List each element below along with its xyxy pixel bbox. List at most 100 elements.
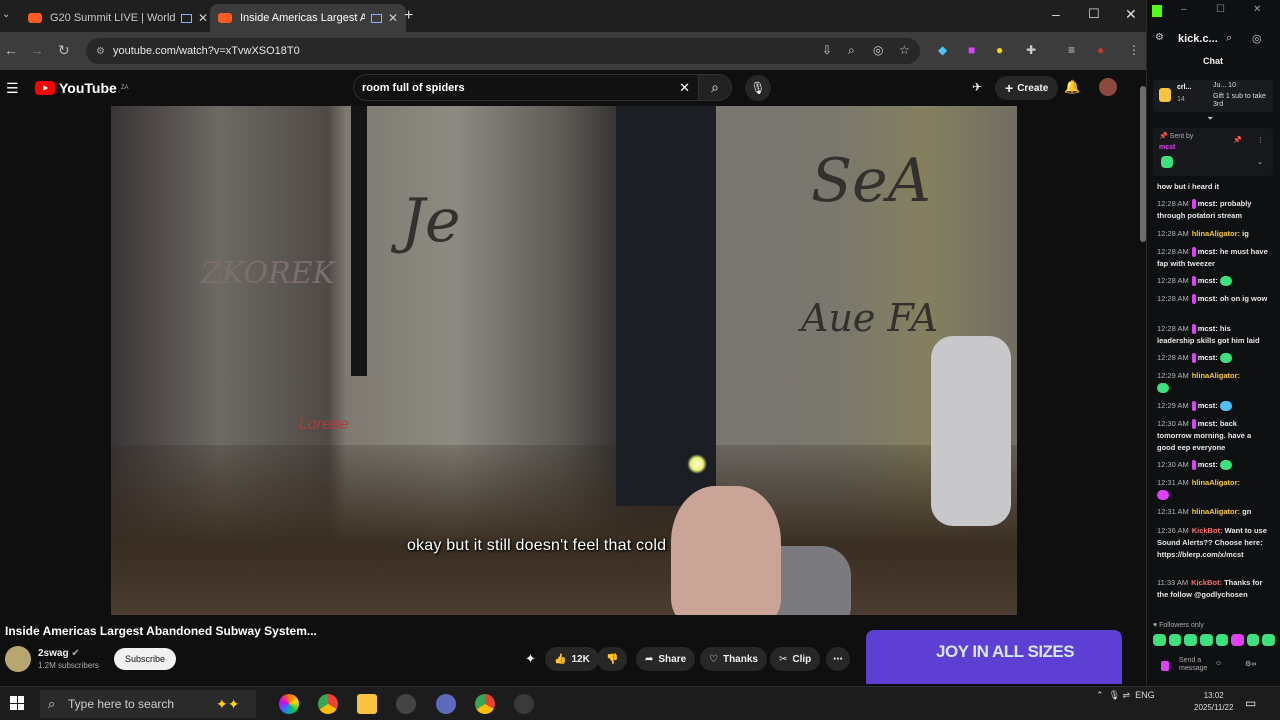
pin-icon[interactable]: 📌 — [1233, 136, 1242, 144]
microphone-icon[interactable]: 🎙 — [1109, 690, 1120, 700]
chrome-app-icon[interactable] — [318, 694, 338, 714]
channel-avatar[interactable] — [5, 646, 31, 672]
extension-icon[interactable]: ■ — [968, 43, 975, 57]
menu-icon[interactable]: ⋮ — [1128, 43, 1140, 57]
emote-icon[interactable] — [1246, 634, 1260, 646]
taskbar-search-input[interactable]: ⌕ Type here to search ✦✦ — [40, 690, 256, 718]
puzzle-icon[interactable]: ✚ — [1026, 43, 1036, 57]
reload-icon[interactable]: ↻ — [58, 42, 70, 59]
search-button[interactable]: ⌕ — [698, 74, 732, 101]
search-input[interactable]: room full of spiders ✕ — [353, 74, 698, 101]
app-icon[interactable] — [436, 694, 456, 714]
badge-icon — [1161, 661, 1169, 671]
create-button[interactable]: + Create — [995, 76, 1059, 100]
youtube-logo[interactable]: YouTube ZA — [35, 80, 128, 96]
more-actions-button[interactable]: ⋯ — [826, 647, 850, 671]
emote-icon — [1219, 460, 1232, 471]
account-avatar[interactable] — [1099, 78, 1117, 96]
maximize-button[interactable]: ☐ — [1088, 6, 1100, 22]
kick-close-button[interactable]: ✕ — [1253, 4, 1261, 15]
file-explorer-icon[interactable] — [357, 694, 377, 714]
badge-icon — [1191, 324, 1196, 335]
scissors-icon: ✂ — [779, 653, 788, 665]
extension-icon[interactable]: ◆ — [938, 43, 947, 57]
eye-off-icon[interactable]: ◎ — [873, 43, 883, 57]
emote-bar[interactable] — [1153, 634, 1275, 650]
copilot-app-icon[interactable] — [279, 694, 299, 714]
chat-input[interactable]: Send a message ☺ ⚙∞ — [1153, 655, 1273, 679]
url-text: youtube.com/watch?v=xTvwXSO18T0 — [112, 45, 300, 57]
zoom-icon[interactable]: ⌕ — [1226, 32, 1232, 45]
badge-icon — [1191, 199, 1196, 210]
emote-icon[interactable] — [1262, 634, 1275, 646]
emote-icon[interactable] — [1153, 634, 1166, 646]
chevron-up-icon[interactable]: ⌃ — [1096, 690, 1104, 700]
install-icon[interactable]: ⇩ — [822, 43, 832, 57]
zoom-icon[interactable]: ⌕ — [848, 43, 855, 58]
badge-icon — [1191, 276, 1196, 287]
pinned-gift-banner[interactable]: crl... 14 Ju... 10 Gift 1 sub to take 3r… — [1153, 80, 1273, 112]
chat-message: 12:30 AM mcst: back tomorrow morning. hav… — [1157, 419, 1252, 452]
search-highlight-icon: ✦✦ — [216, 695, 240, 712]
like-button[interactable]: 👍 12K — [545, 647, 599, 671]
extension-icon[interactable]: ● — [996, 43, 1003, 57]
thanks-button[interactable]: ♡ Thanks — [700, 647, 767, 671]
kick-minimize-button[interactable]: – — [1181, 4, 1187, 15]
hype-icon[interactable]: ✦ — [525, 651, 536, 667]
forward-icon[interactable]: → — [30, 42, 44, 58]
clear-search-icon[interactable]: ✕ — [679, 80, 690, 96]
subscriber-count: 1.2M subscribers — [38, 661, 99, 670]
tab-close-icon[interactable]: ✕ — [198, 11, 208, 25]
windows-start-icon[interactable] — [10, 696, 24, 710]
badge-icon — [1191, 294, 1196, 305]
system-tray[interactable]: ⌃ 🎙 ⇌ ENG — [1096, 690, 1155, 701]
followers-only-notice: ♥ Followers only — [1153, 622, 1204, 629]
clip-button[interactable]: ✂ Clip — [770, 647, 821, 671]
hamburger-menu-icon[interactable]: ☰ — [6, 80, 19, 97]
subscribe-button[interactable]: Subscribe — [114, 648, 176, 670]
emote-icon[interactable] — [1215, 634, 1229, 646]
profile-icon[interactable]: ● — [1097, 43, 1104, 57]
settings-icon[interactable]: ⚙∞ — [1245, 660, 1256, 668]
more-icon[interactable]: ⋮ — [1257, 136, 1264, 144]
minimize-button[interactable]: – — [1052, 6, 1060, 22]
notifications-bell-icon[interactable]: 🔔 — [1064, 79, 1080, 95]
emote-icon[interactable] — [1184, 634, 1197, 646]
chat-message: 12:28 AM mcst: probably through potatori … — [1157, 199, 1252, 220]
pinned-user: mcst — [1159, 144, 1176, 151]
collapse-chevron-icon[interactable]: ⏷ — [1207, 114, 1213, 124]
channel-name[interactable]: 2swag ✔ — [38, 648, 80, 659]
bookmark-star-icon[interactable]: ☆ — [899, 43, 910, 57]
address-bar[interactable]: ⚙ youtube.com/watch?v=xTvwXSO18T0 — [86, 38, 920, 64]
video-shadow — [351, 106, 367, 376]
new-tab-button[interactable]: + — [404, 7, 413, 25]
close-window-button[interactable]: ✕ — [1125, 6, 1137, 23]
cast-icon[interactable]: ✈ — [972, 80, 982, 94]
notifications-icon[interactable]: ▭ — [1245, 696, 1256, 710]
back-icon[interactable]: ← — [4, 42, 18, 58]
emote-icon[interactable] — [1231, 634, 1244, 646]
app-icon[interactable] — [514, 694, 534, 714]
mic-button[interactable]: 🎙 — [745, 75, 771, 101]
eye-off-icon[interactable]: ◎ — [1252, 32, 1262, 45]
chat-message: 12:29 AM hlinaAligator: — [1157, 370, 1269, 394]
expand-chevron-icon[interactable]: ⌄ — [1257, 158, 1263, 166]
tab-search-chevron-icon[interactable]: ⌄ — [2, 9, 10, 20]
emote-icon[interactable] — [1168, 634, 1182, 646]
emoji-icon[interactable]: ☺ — [1215, 660, 1222, 667]
network-icon[interactable]: ⇌ — [1123, 690, 1131, 700]
tab-close-icon[interactable]: ✕ — [388, 11, 398, 25]
app-icon[interactable] — [396, 694, 416, 714]
site-info-icon[interactable]: ⚙ — [96, 46, 105, 57]
media-icon[interactable]: ≡ — [1068, 43, 1075, 57]
chrome-app-icon[interactable] — [475, 694, 495, 714]
graffiti: Je — [401, 186, 461, 256]
kick-maximize-button[interactable]: ☐ — [1216, 4, 1225, 15]
share-button[interactable]: ➦ Share — [636, 647, 696, 671]
tab-inside-americas[interactable]: Inside Americas Largest Ab ✕ — [210, 4, 406, 32]
tab-g20-summit[interactable]: G20 Summit LIVE | World Le ✕ — [20, 4, 216, 32]
taskbar-clock[interactable]: 13:02 2025/11/22 — [1194, 690, 1233, 714]
dislike-button[interactable]: 👎 — [597, 647, 628, 671]
emote-icon[interactable] — [1199, 634, 1213, 646]
gift-icon — [1159, 88, 1171, 102]
